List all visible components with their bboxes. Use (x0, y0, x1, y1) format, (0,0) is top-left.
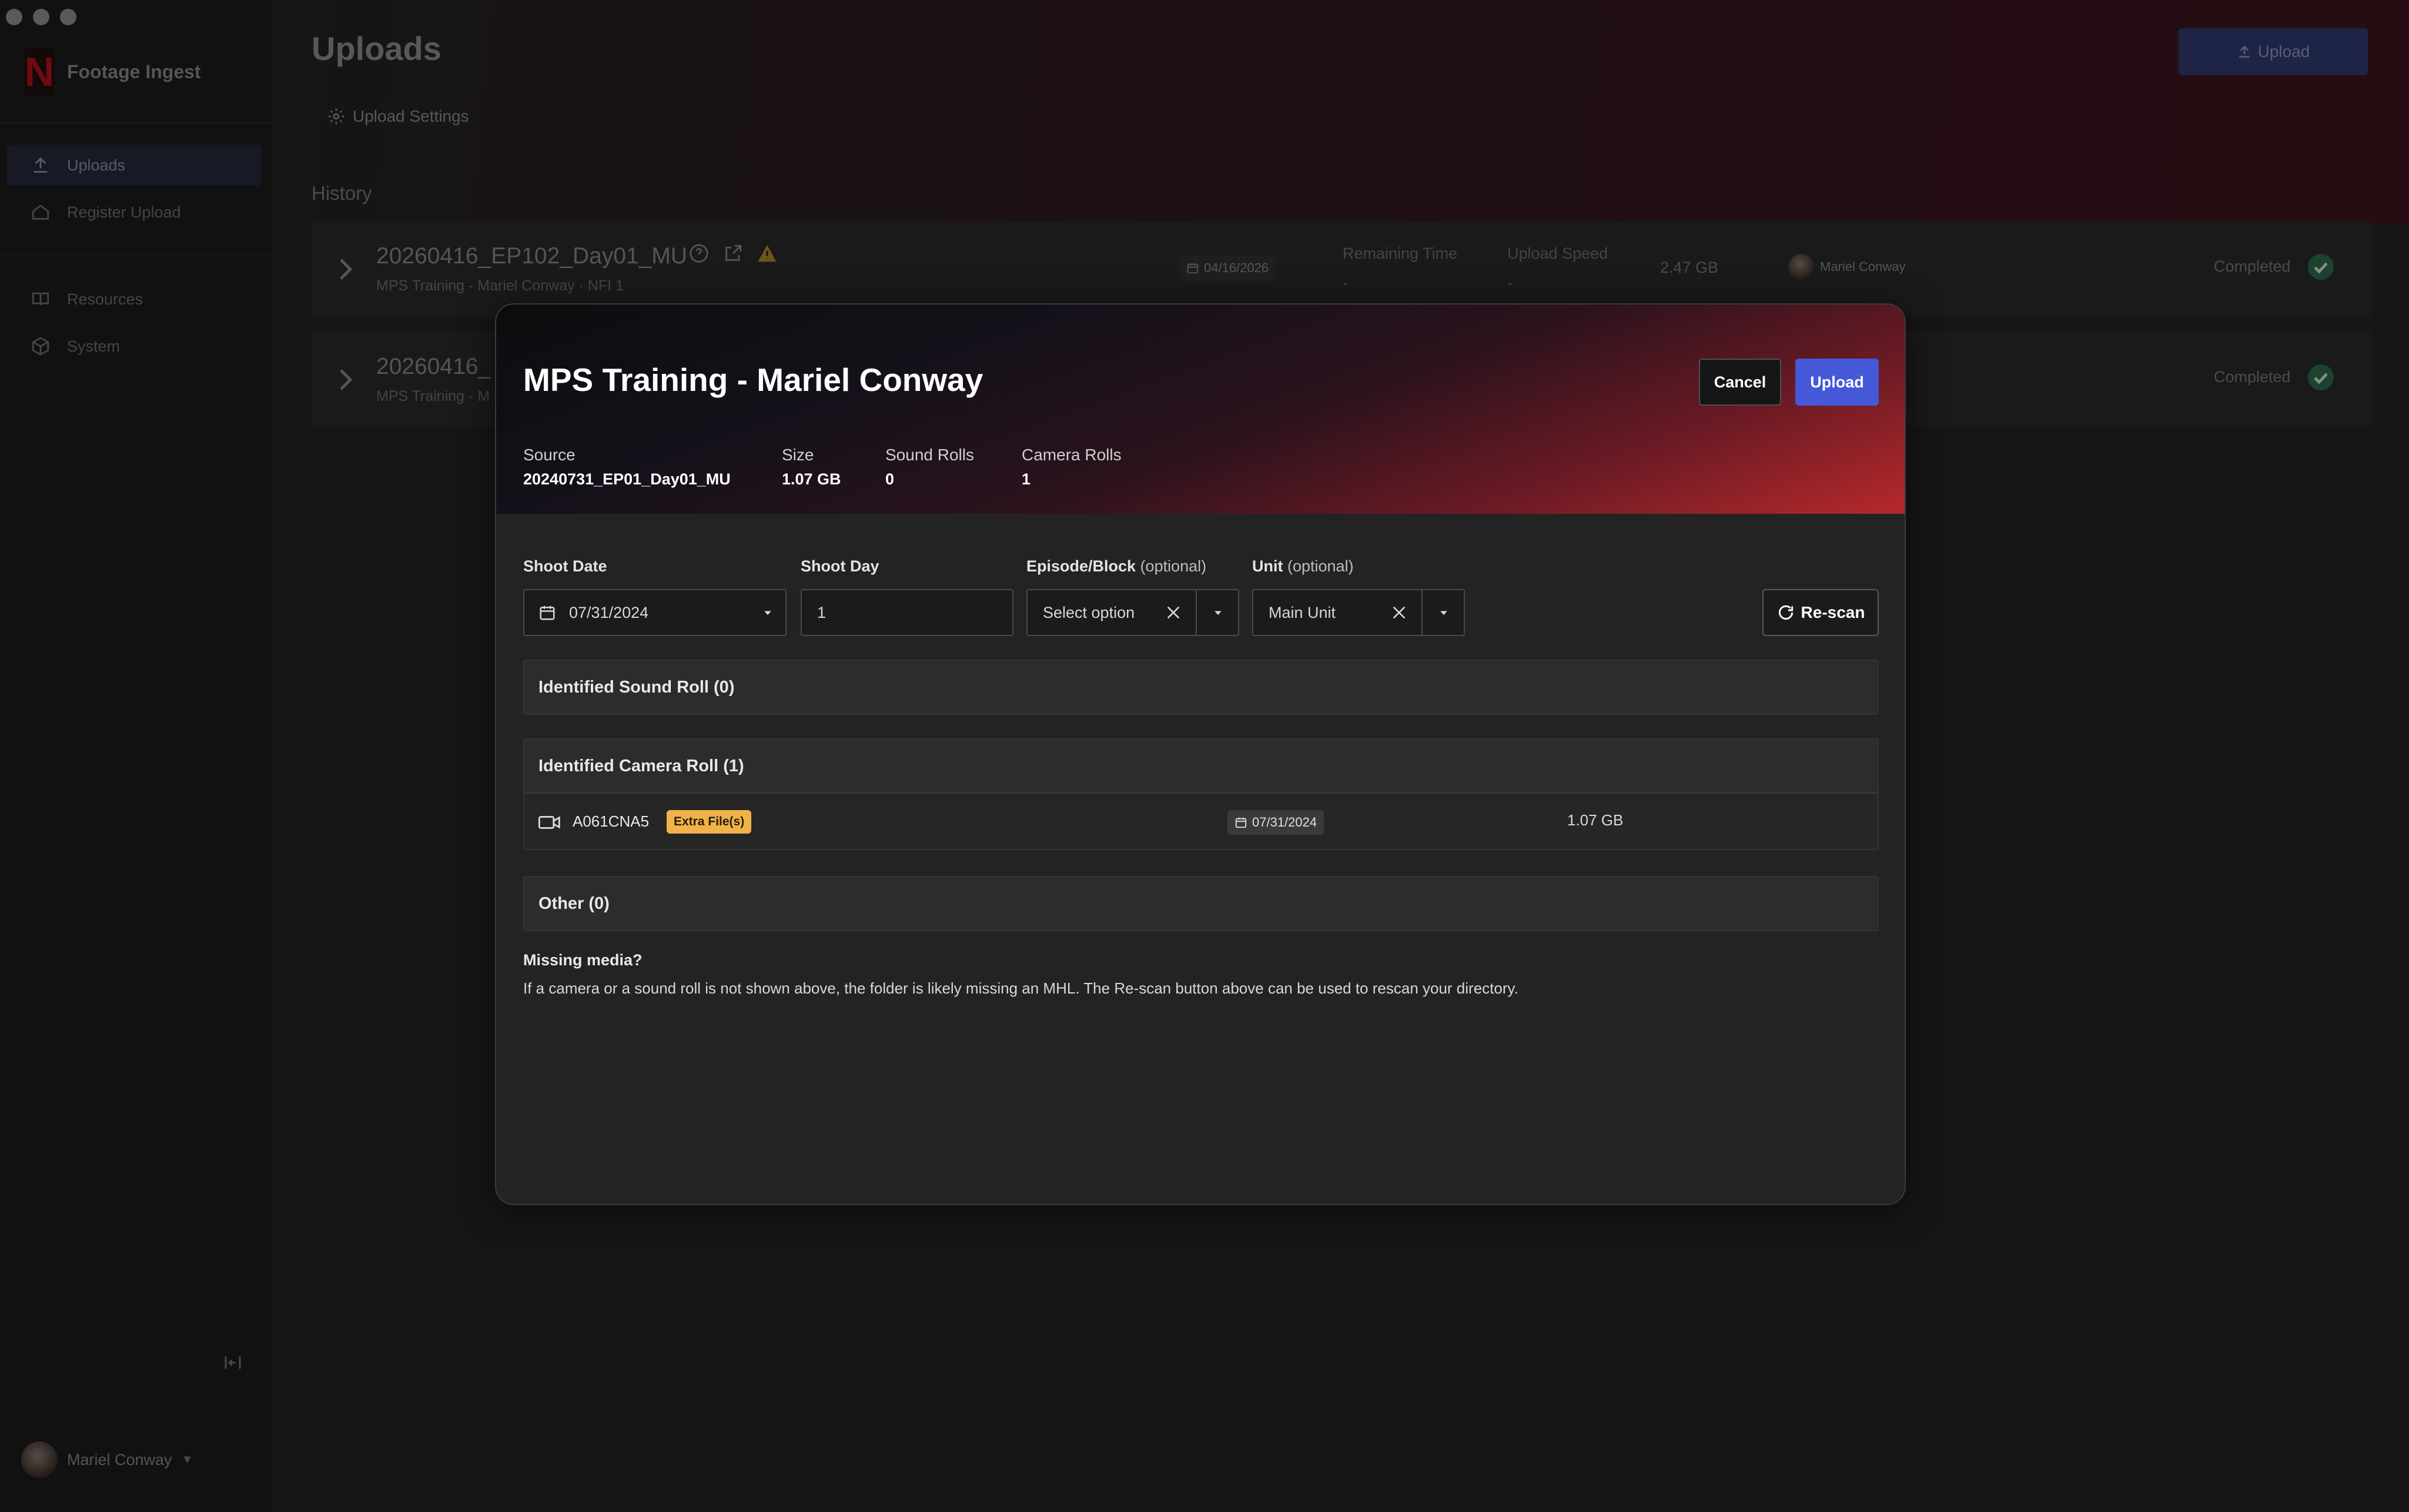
shoot-date-picker[interactable]: 07/31/2024 (523, 589, 787, 636)
calendar-icon (540, 606, 555, 620)
other-section: Other (0) (523, 876, 1879, 931)
calendar-icon (1235, 817, 1247, 828)
meta-sound-rolls: Sound Rolls 0 (885, 446, 974, 489)
clear-icon[interactable] (1164, 603, 1183, 622)
unit-label: Unit (optional) (1252, 557, 1354, 576)
camera-roll-row[interactable]: A061CNA5 Extra File(s) 07/31/2024 1.07 G… (524, 792, 1878, 849)
meta-value: 1 (1022, 470, 1031, 488)
rescan-button[interactable]: Re-scan (1762, 589, 1879, 636)
episode-block-label: Episode/Block (optional) (1026, 557, 1206, 576)
shoot-day-input[interactable]: 1 (801, 589, 1013, 636)
upload-button[interactable]: Upload (1795, 359, 1879, 406)
missing-media-title: Missing media? (523, 951, 643, 969)
camera-roll-header[interactable]: Identified Camera Roll (1) (524, 740, 1878, 792)
missing-media-text: If a camera or a sound roll is not shown… (523, 979, 1518, 997)
caret-down-icon[interactable] (1212, 607, 1224, 618)
minimize-window-button[interactable] (33, 9, 49, 25)
meta-label: Camera Rolls (1022, 446, 1122, 464)
episode-block-label-text: Episode/Block (1026, 557, 1136, 575)
caret-down-icon[interactable] (1438, 607, 1450, 618)
camera-roll-section: Identified Camera Roll (1) A061CNA5 Extr… (523, 738, 1879, 850)
modal-title: MPS Training - Mariel Conway (523, 362, 983, 398)
unit-value: Main Unit (1269, 603, 1336, 621)
shoot-day-value: 1 (817, 603, 827, 621)
camera-roll-size: 1.07 GB (1567, 811, 1624, 829)
upload-modal: MPS Training - Mariel Conway Cancel Uplo… (495, 303, 1906, 1205)
optional-hint: (optional) (1287, 557, 1354, 575)
window-controls (6, 9, 76, 25)
camera-roll-name: A061CNA5 (573, 812, 650, 830)
meta-source: Source 20240731_EP01_Day01_MU (523, 446, 731, 489)
meta-label: Sound Rolls (885, 446, 974, 464)
video-camera-icon (538, 816, 560, 829)
cancel-button[interactable]: Cancel (1699, 359, 1781, 406)
unit-label-text: Unit (1252, 557, 1283, 575)
shoot-date-label: Shoot Date (523, 557, 607, 575)
meta-camera-rolls: Camera Rolls 1 (1022, 446, 1122, 489)
meta-size: Size 1.07 GB (782, 446, 841, 489)
close-window-button[interactable] (6, 9, 22, 25)
meta-value: 20240731_EP01_Day01_MU (523, 470, 731, 488)
clear-icon[interactable] (1390, 603, 1408, 622)
field-divider (1196, 590, 1197, 635)
meta-value: 0 (885, 470, 895, 488)
episode-block-value: Select option (1043, 603, 1135, 621)
camera-roll-date: 07/31/2024 (1227, 810, 1324, 835)
zoom-window-button[interactable] (60, 9, 76, 25)
unit-select[interactable]: Main Unit (1252, 589, 1465, 636)
field-divider (1421, 590, 1423, 635)
optional-hint: (optional) (1140, 557, 1207, 575)
other-header[interactable]: Other (0) (524, 877, 1878, 930)
meta-value: 1.07 GB (782, 470, 841, 488)
meta-label: Size (782, 446, 814, 464)
episode-block-select[interactable]: Select option (1026, 589, 1239, 636)
shoot-date-value: 07/31/2024 (569, 603, 649, 621)
rescan-label: Re-scan (1801, 603, 1865, 621)
meta-label: Source (523, 446, 576, 464)
camera-roll-date-text: 07/31/2024 (1252, 815, 1317, 829)
sound-roll-section: Identified Sound Roll (0) (523, 660, 1879, 715)
extra-files-badge: Extra File(s) (667, 810, 752, 834)
modal-header: MPS Training - Mariel Conway Cancel Uplo… (496, 305, 1905, 514)
refresh-icon (1778, 605, 1793, 620)
sound-roll-header[interactable]: Identified Sound Roll (0) (524, 661, 1878, 714)
shoot-day-label: Shoot Day (801, 557, 879, 575)
caret-down-icon (764, 611, 771, 615)
